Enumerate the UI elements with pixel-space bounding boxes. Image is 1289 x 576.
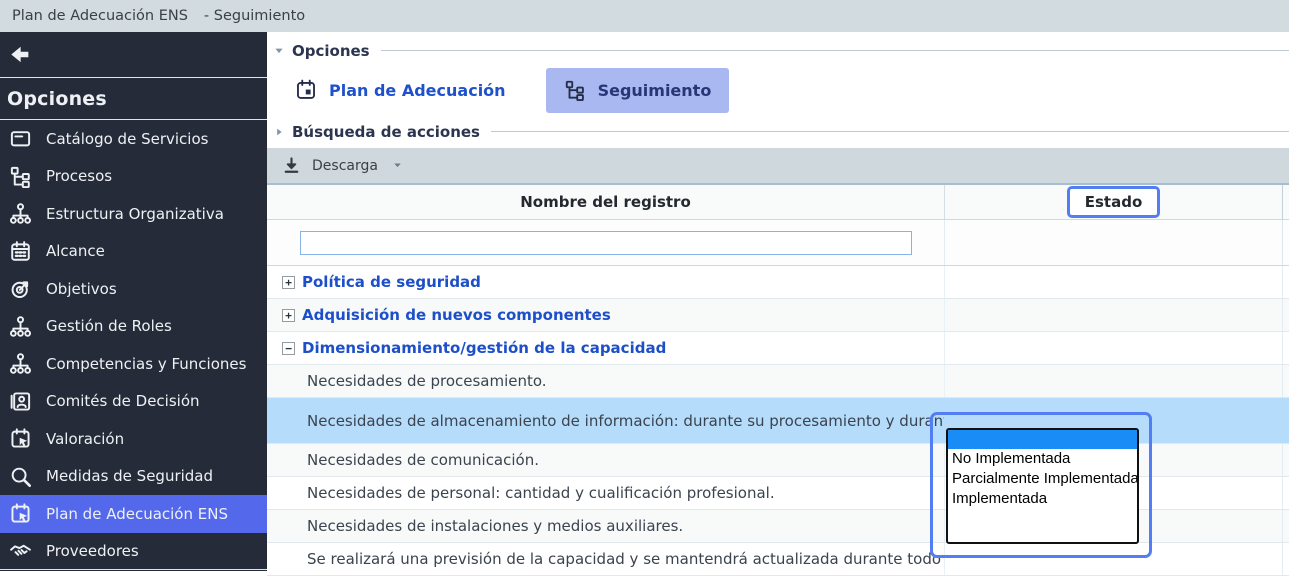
nombre-filter-input[interactable] bbox=[300, 231, 912, 255]
main-panel: Opciones Plan de Adecuación bbox=[267, 32, 1289, 571]
calendar-icon bbox=[295, 79, 317, 101]
tree-expander-expand-icon[interactable]: + bbox=[282, 276, 295, 289]
collapse-triangle-right-icon bbox=[273, 126, 285, 138]
section-label: Búsqueda de acciones bbox=[292, 123, 480, 141]
dropdown-option[interactable] bbox=[948, 430, 1137, 449]
tree-expander-expand-icon[interactable]: + bbox=[282, 309, 295, 322]
sidebar-menu: Catálogo de ServiciosProcesosEstructura … bbox=[0, 120, 267, 570]
top-bar: Plan de Adecuación ENS - Seguimiento bbox=[0, 0, 1289, 32]
tab-seguimiento[interactable]: Seguimiento bbox=[546, 68, 730, 113]
sitemap-icon bbox=[564, 79, 586, 101]
sidebar-item-objetivos[interactable]: Objetivos bbox=[0, 270, 267, 308]
estado-cell[interactable] bbox=[945, 266, 1283, 298]
page-subtitle: - Seguimiento bbox=[204, 8, 305, 24]
org-tree-icon bbox=[9, 202, 32, 225]
sidebar-item-alcance[interactable]: Alcance bbox=[0, 233, 267, 271]
table-row[interactable]: Necesidades de procesamiento. bbox=[267, 365, 1289, 398]
estado-cell[interactable] bbox=[945, 365, 1283, 397]
collapse-triangle-down-icon bbox=[273, 45, 285, 57]
tab-label: Plan de Adecuación bbox=[329, 81, 506, 100]
sidebar-item-catalogo-de-servicios[interactable]: Catálogo de Servicios bbox=[0, 120, 267, 158]
page-title: Plan de Adecuación ENS bbox=[12, 8, 188, 24]
tab-plan-de-adecuacion[interactable]: Plan de Adecuación bbox=[277, 68, 524, 113]
column-header-nombre[interactable]: Nombre del registro bbox=[267, 185, 945, 219]
sidebar: Opciones Catálogo de ServiciosProcesosEs… bbox=[0, 32, 267, 571]
sidebar-item-medidas-de-seguridad[interactable]: Medidas de Seguridad bbox=[0, 458, 267, 496]
dropdown-option[interactable]: Parcialmente Implementada bbox=[948, 469, 1137, 489]
sidebar-item-competencias-y-funciones[interactable]: Competencias y Funciones bbox=[0, 345, 267, 383]
org-tree-icon bbox=[9, 352, 32, 375]
download-icon bbox=[282, 156, 301, 175]
column-header-estado[interactable]: Estado bbox=[945, 185, 1283, 219]
section-rule bbox=[491, 131, 1289, 132]
handshake-icon bbox=[9, 539, 32, 562]
table-header-row: Nombre del registro Estado bbox=[267, 185, 1289, 220]
sidebar-item-comites-de-decision[interactable]: Comités de Decisión bbox=[0, 383, 267, 421]
estado-cell[interactable] bbox=[945, 299, 1283, 331]
download-button[interactable]: Descarga bbox=[312, 158, 378, 174]
table-filter-row bbox=[267, 220, 1289, 266]
org-tree-icon bbox=[9, 315, 32, 338]
sidebar-item-plan-de-adecuacion-ens[interactable]: Plan de Adecuación ENS bbox=[0, 495, 267, 533]
table-row[interactable]: +Política de seguridad bbox=[267, 266, 1289, 299]
back-button[interactable] bbox=[0, 32, 267, 78]
section-header-busqueda[interactable]: Búsqueda de acciones bbox=[267, 121, 1289, 142]
search-icon bbox=[9, 465, 32, 488]
sidebar-item-procesos[interactable]: Procesos bbox=[0, 158, 267, 196]
estado-dropdown-list[interactable]: No ImplementadaParcialmente Implementada… bbox=[946, 428, 1139, 544]
sitemap-icon bbox=[9, 165, 32, 188]
calendar-cursor-icon bbox=[9, 427, 32, 450]
section-rule bbox=[381, 50, 1289, 51]
document-icon bbox=[9, 127, 32, 150]
tab-label: Seguimiento bbox=[598, 81, 712, 100]
section-header-opciones[interactable]: Opciones bbox=[267, 40, 1289, 61]
table-row[interactable]: −Dimensionamiento/gestión de la capacida… bbox=[267, 332, 1289, 365]
id-card-icon bbox=[9, 390, 32, 413]
sidebar-item-proveedores[interactable]: Proveedores bbox=[0, 533, 267, 570]
tree-expander-collapse-icon[interactable]: − bbox=[282, 342, 295, 355]
sidebar-item-valoracion[interactable]: Valoración bbox=[0, 420, 267, 458]
estado-focus-box[interactable]: Estado bbox=[1067, 186, 1161, 218]
table-row[interactable]: +Adquisición de nuevos componentes bbox=[267, 299, 1289, 332]
sidebar-item-gestion-de-roles[interactable]: Gestión de Roles bbox=[0, 308, 267, 346]
calendar-grid-icon bbox=[9, 240, 32, 263]
target-icon bbox=[9, 277, 32, 300]
sidebar-title: Opciones bbox=[0, 78, 267, 120]
dropdown-option[interactable]: No Implementada bbox=[948, 449, 1137, 469]
dropdown-option[interactable]: Implementada bbox=[948, 489, 1137, 509]
estado-select-focus-ring: No ImplementadaParcialmente Implementada… bbox=[930, 412, 1152, 558]
tab-bar: Plan de Adecuación Seguimiento bbox=[267, 66, 1289, 114]
calendar-cursor-icon bbox=[9, 502, 32, 525]
sidebar-item-estructura-organizativa[interactable]: Estructura Organizativa bbox=[0, 195, 267, 233]
table-toolbar: Descarga bbox=[267, 148, 1289, 185]
caret-down-icon[interactable] bbox=[391, 159, 404, 172]
section-label: Opciones bbox=[292, 42, 370, 60]
estado-cell[interactable] bbox=[945, 332, 1283, 364]
back-arrow-icon bbox=[7, 44, 31, 66]
